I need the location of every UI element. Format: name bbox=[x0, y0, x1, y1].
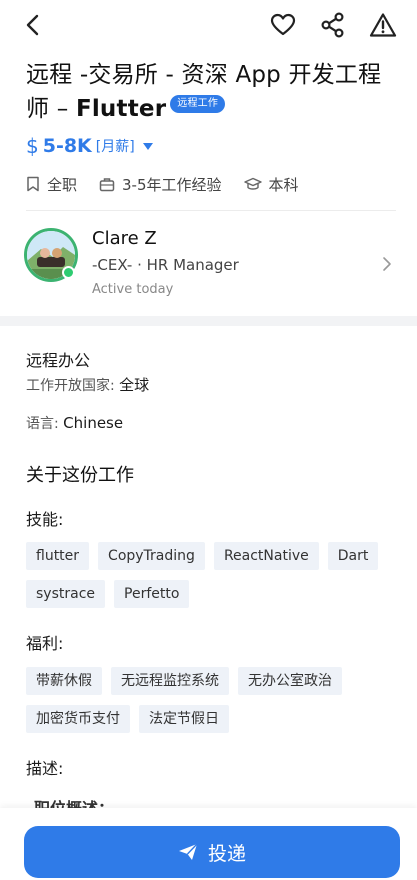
avatar bbox=[24, 228, 78, 282]
about-job-heading: 关于这份工作 bbox=[26, 465, 134, 486]
job-education-label: 本科 bbox=[268, 175, 299, 194]
salary-row[interactable]: $ 5-8K [月薪] bbox=[26, 131, 153, 161]
warning-icon[interactable] bbox=[366, 8, 400, 42]
apply-button[interactable]: 投递 bbox=[24, 826, 400, 878]
benefit-tag: 带薪休假 bbox=[26, 667, 102, 695]
remote-work-label: 远程办公 bbox=[26, 351, 91, 370]
remote-badge: 远程工作 bbox=[170, 95, 226, 113]
graduation-cap-icon bbox=[243, 177, 262, 190]
description-label: 描述: bbox=[26, 759, 64, 778]
skill-tag: flutter bbox=[26, 542, 90, 570]
job-meta-row: 全职 3-5年工作经验 本科 bbox=[26, 170, 321, 198]
countries-row: 工作开放国家: 全球 bbox=[26, 374, 149, 395]
job-type-label: 全职 bbox=[47, 175, 78, 194]
send-icon bbox=[178, 843, 198, 860]
benefits-tags: 带薪休假 无远程监控系统 无办公室政治加密货币支付 法定节假日 bbox=[26, 667, 396, 743]
skill-tag: systrace bbox=[26, 580, 106, 608]
job-experience-label: 3-5年工作经验 bbox=[122, 175, 222, 194]
benefit-tag: 加密货币支付 bbox=[26, 705, 130, 733]
skill-tag: CopyTrading bbox=[98, 542, 205, 570]
section-divider bbox=[0, 316, 417, 326]
benefit-tag: 无远程监控系统 bbox=[111, 667, 229, 695]
skills-tags: flutter CopyTrading ReactNative Dart systrac… bbox=[26, 542, 396, 618]
divider bbox=[26, 210, 396, 211]
back-arrow-icon[interactable] bbox=[16, 8, 50, 42]
job-title-flutter: Flutter bbox=[75, 96, 167, 122]
countries-label: 工作开放国家: bbox=[26, 378, 120, 394]
language-row: 语言: Chinese bbox=[26, 413, 123, 433]
top-bar bbox=[0, 0, 417, 50]
language-label: 语言: bbox=[26, 416, 64, 432]
salary-unit: [月薪] bbox=[95, 139, 135, 155]
skill-tag: ReactNative bbox=[213, 542, 319, 570]
salary-value: 5-8K bbox=[42, 135, 92, 157]
chevron-right-icon bbox=[382, 256, 392, 276]
skill-tag: Perfetto bbox=[114, 580, 190, 608]
heart-icon[interactable] bbox=[266, 8, 300, 42]
job-detail-screen: 远程 -交易所 - 资深 App 开发工程师 – Flutter 远程工作 $ 5… bbox=[0, 0, 417, 880]
skills-label: 技能: bbox=[26, 510, 64, 529]
language-value: Chinese bbox=[63, 414, 124, 432]
recruiter-active-status: Active today bbox=[92, 282, 174, 297]
job-title: 远程 -交易所 - 资深 App 开发工程师 – Flutter 远程工作 bbox=[26, 58, 396, 126]
dollar-icon: $ bbox=[26, 134, 39, 158]
countries-value: 全球 bbox=[119, 376, 150, 394]
share-icon[interactable] bbox=[316, 8, 350, 42]
benefit-tag: 无办公室政治 bbox=[238, 667, 342, 695]
online-status-dot bbox=[62, 266, 75, 279]
apply-button-label: 投递 bbox=[207, 842, 246, 865]
recruiter-name: Clare Z bbox=[92, 228, 157, 249]
bookmark-icon bbox=[27, 176, 39, 192]
job-experience: 3-5年工作经验 bbox=[99, 174, 222, 195]
briefcase-icon bbox=[99, 177, 115, 191]
recruiter-card[interactable]: Clare Z -CEX- · HR Manager Active today bbox=[0, 216, 417, 316]
job-education: 本科 bbox=[243, 174, 299, 195]
benefit-tag: 法定节假日 bbox=[139, 705, 229, 733]
recruiter-role: -CEX- · HR Manager bbox=[92, 256, 239, 274]
job-type: 全职 bbox=[26, 174, 77, 195]
job-title-block: 远程 -交易所 - 资深 App 开发工程师 – Flutter 远程工作 bbox=[26, 58, 396, 126]
bottom-action-bar: 投递 bbox=[0, 808, 417, 880]
skill-tag: Dart bbox=[327, 542, 379, 570]
caret-down-icon bbox=[142, 142, 153, 150]
benefits-label: 福利: bbox=[26, 634, 64, 653]
